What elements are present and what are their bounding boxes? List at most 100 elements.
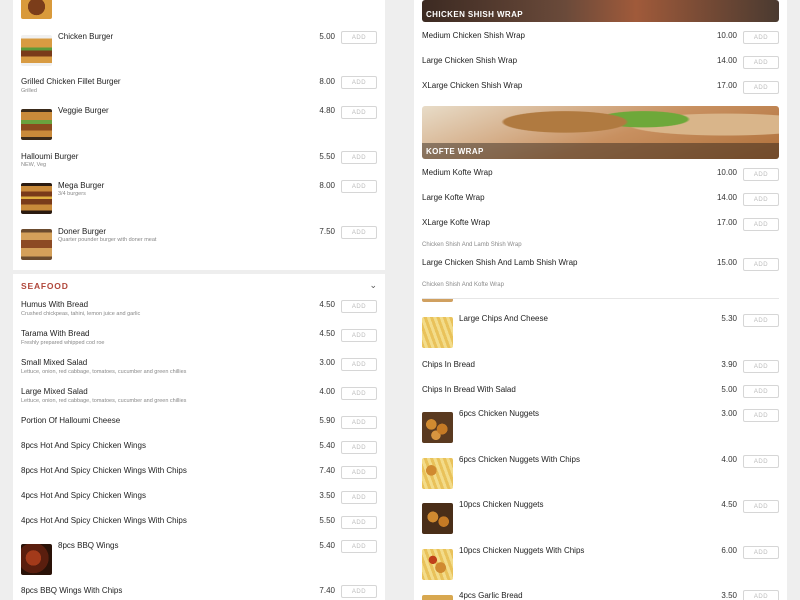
- item-name: Humus With Bread: [21, 300, 89, 309]
- menu-item[interactable]: Medium Chicken Shish Wrap 10.00 ADD: [422, 31, 779, 47]
- menu-item[interactable]: Humus With Bread Crushed chickpeas, tahi…: [21, 300, 377, 322]
- menu-item[interactable]: 8pcs Hot And Spicy Chicken Wings With Ch…: [21, 466, 377, 482]
- menu-item[interactable]: Veggie Burger 4.80 ADD: [21, 106, 377, 140]
- add-button[interactable]: ADD: [341, 358, 377, 371]
- add-button[interactable]: ADD: [743, 193, 779, 206]
- item-price: 5.00: [319, 32, 335, 41]
- add-button[interactable]: ADD: [341, 585, 377, 598]
- item-name: XLarge Chicken Shish Wrap: [422, 81, 523, 90]
- add-button[interactable]: ADD: [743, 590, 779, 600]
- menu-item[interactable]: Large Mixed Salad Lettuce, onion, red ca…: [21, 387, 377, 409]
- divider: [422, 298, 779, 299]
- menu-item[interactable]: Large Chips And Cheese 5.30 ADD: [422, 314, 779, 349]
- sides-menu-panel: Large Chips And Cheese 5.30 ADD Chips In…: [414, 298, 787, 600]
- menu-item[interactable]: Medium Kofte Wrap 10.00 ADD: [422, 168, 779, 184]
- add-button[interactable]: ADD: [743, 31, 779, 44]
- menu-item[interactable]: 8pcs BBQ Wings With Chips 7.40 ADD: [21, 585, 377, 600]
- burger-photo-icon: [21, 109, 52, 140]
- nuggets-photo-icon: [422, 549, 453, 580]
- item-name: Large Chips And Cheese: [459, 314, 548, 323]
- item-price: 4.80: [319, 106, 335, 115]
- section-header[interactable]: SEAFOOD ⌄: [13, 274, 385, 298]
- item-name: Medium Chicken Shish Wrap: [422, 31, 526, 40]
- chevron-down-icon[interactable]: ⌄: [369, 280, 377, 291]
- menu-item[interactable]: 8pcs BBQ Wings 5.40 ADD: [21, 540, 377, 575]
- menu-item[interactable]: Chips In Bread With Salad 5.00 ADD: [422, 385, 779, 401]
- menu-item[interactable]: Mega Burger 3/4 burgers 8.00 ADD: [21, 180, 377, 215]
- menu-item[interactable]: 4pcs Garlic Bread 3.50 ADD: [422, 590, 779, 600]
- add-button[interactable]: ADD: [743, 360, 779, 373]
- add-button[interactable]: ADD: [743, 314, 779, 327]
- item-name: 10pcs Chicken Nuggets With Chips: [459, 546, 585, 555]
- add-button[interactable]: ADD: [743, 455, 779, 468]
- add-button[interactable]: ADD: [341, 329, 377, 342]
- item-name: 8pcs Hot And Spicy Chicken Wings: [21, 441, 146, 450]
- item-price: 8.00: [319, 77, 335, 86]
- item-name: Grilled Chicken Fillet Burger: [21, 77, 121, 86]
- menu-item[interactable]: Portion Of Halloumi Cheese 5.90 ADD: [21, 416, 377, 432]
- item-price: 17.00: [716, 218, 737, 227]
- item-price: 5.40: [319, 541, 335, 550]
- add-button[interactable]: ADD: [743, 56, 779, 69]
- add-button[interactable]: ADD: [341, 441, 377, 454]
- add-button[interactable]: ADD: [341, 387, 377, 400]
- item-description: Crushed chickpeas, tahini, lemon juice a…: [21, 311, 141, 317]
- add-button[interactable]: ADD: [341, 491, 377, 504]
- add-button[interactable]: ADD: [341, 516, 377, 529]
- item-price: 10.00: [716, 168, 737, 177]
- wraps-menu-panel: CHICKEN SHISH WRAP Medium Chicken Shish …: [414, 0, 787, 298]
- item-price: 4.00: [319, 387, 335, 396]
- menu-item[interactable]: 10pcs Chicken Nuggets With Chips 6.00 AD…: [422, 546, 779, 581]
- add-button[interactable]: ADD: [341, 226, 377, 239]
- add-button[interactable]: ADD: [341, 466, 377, 479]
- item-name: Large Chicken Shish And Lamb Shish Wrap: [422, 258, 578, 267]
- add-button[interactable]: ADD: [743, 81, 779, 94]
- kofte-wrap-banner: KOFTE WRAP: [422, 106, 779, 159]
- menu-item[interactable]: 10pcs Chicken Nuggets 4.50 ADD: [422, 500, 779, 535]
- add-button[interactable]: ADD: [743, 546, 779, 559]
- add-button[interactable]: ADD: [743, 409, 779, 422]
- menu-item[interactable]: Halloumi Burger NEW, Veg 5.50 ADD: [21, 151, 377, 172]
- item-description: Lettuce, onion, red cabbage, tomatoes, c…: [21, 398, 187, 404]
- add-button[interactable]: ADD: [341, 76, 377, 89]
- menu-item[interactable]: XLarge Chicken Shish Wrap 17.00 ADD: [422, 81, 779, 97]
- nuggets-photo-icon: [422, 458, 453, 489]
- menu-item[interactable]: Large Chicken Shish Wrap 14.00 ADD: [422, 56, 779, 72]
- item-price: 8.00: [319, 181, 335, 190]
- item-price: 15.00: [716, 258, 737, 267]
- add-button[interactable]: ADD: [341, 300, 377, 313]
- menu-item[interactable]: 8pcs Hot And Spicy Chicken Wings 5.40 AD…: [21, 441, 377, 457]
- add-button[interactable]: ADD: [341, 151, 377, 164]
- add-button[interactable]: ADD: [341, 180, 377, 193]
- menu-item[interactable]: Chicken Burger 5.00 ADD: [21, 31, 377, 69]
- item-price: 3.50: [319, 491, 335, 500]
- menu-item[interactable]: 6pcs Chicken Nuggets 3.00 ADD: [422, 409, 779, 444]
- add-button[interactable]: ADD: [743, 385, 779, 398]
- add-button[interactable]: ADD: [743, 500, 779, 513]
- menu-item[interactable]: Tarama With Bread Freshly prepared whipp…: [21, 329, 377, 351]
- item-price: 3.00: [721, 409, 737, 418]
- add-button[interactable]: ADD: [743, 258, 779, 271]
- menu-item[interactable]: XLarge Kofte Wrap 17.00 ADD: [422, 218, 779, 234]
- menu-item[interactable]: Grilled Chicken Fillet Burger Grilled 8.…: [21, 76, 377, 97]
- add-button[interactable]: ADD: [341, 31, 377, 44]
- section-title: SEAFOOD: [21, 281, 69, 291]
- menu-item[interactable]: 4pcs Hot And Spicy Chicken Wings 3.50 AD…: [21, 491, 377, 507]
- menu-item[interactable]: 4pcs Hot And Spicy Chicken Wings With Ch…: [21, 516, 377, 532]
- menu-item[interactable]: Small Mixed Salad Lettuce, onion, red ca…: [21, 358, 377, 380]
- item-price: 3.00: [319, 358, 335, 367]
- item-price: 5.00: [721, 385, 737, 394]
- menu-item[interactable]: Chips In Bread 3.90 ADD: [422, 360, 779, 376]
- add-button[interactable]: ADD: [341, 416, 377, 429]
- item-price: 10.00: [716, 31, 737, 40]
- add-button[interactable]: ADD: [743, 168, 779, 181]
- wings-photo-icon: [21, 544, 52, 575]
- menu-item[interactable]: Large Kofte Wrap 14.00 ADD: [422, 193, 779, 209]
- add-button[interactable]: ADD: [341, 106, 377, 119]
- menu-item[interactable]: Large Chicken Shish And Lamb Shish Wrap …: [422, 258, 779, 274]
- menu-item[interactable]: Doner Burger Quarter pounder burger with…: [21, 226, 377, 261]
- item-price: 7.40: [319, 586, 335, 595]
- add-button[interactable]: ADD: [341, 540, 377, 553]
- add-button[interactable]: ADD: [743, 218, 779, 231]
- menu-item[interactable]: 6pcs Chicken Nuggets With Chips 4.00 ADD: [422, 455, 779, 490]
